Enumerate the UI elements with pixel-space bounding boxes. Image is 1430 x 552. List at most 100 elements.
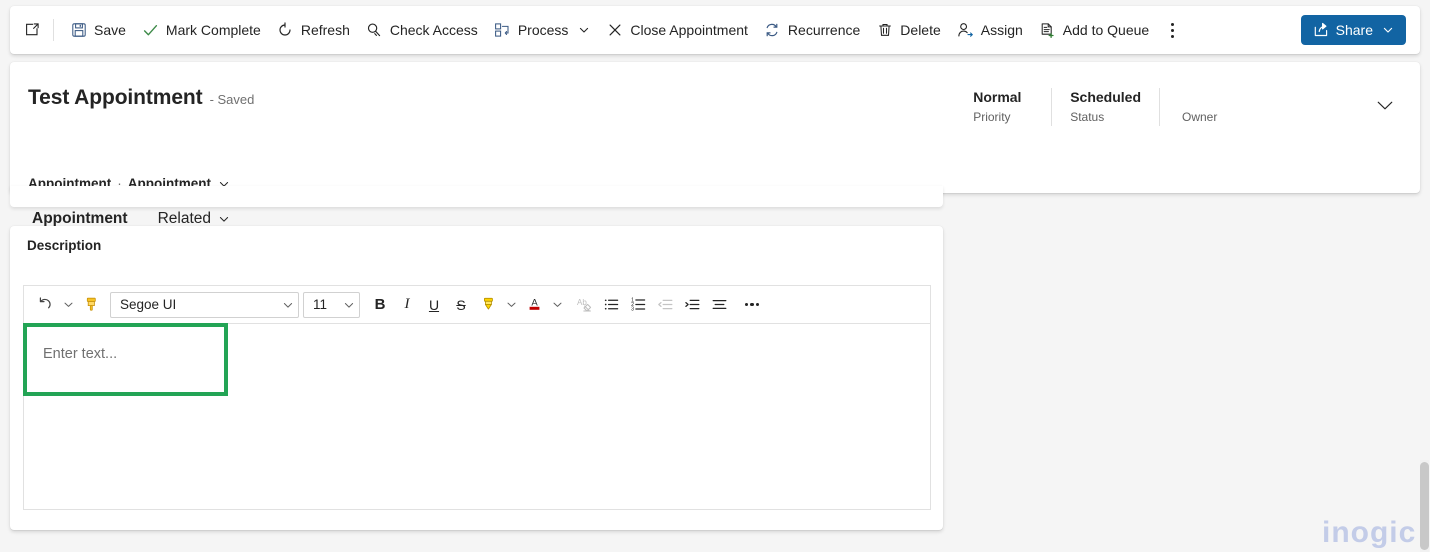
chevron-down-icon bbox=[63, 299, 74, 310]
font-color-icon: A bbox=[526, 296, 543, 313]
refresh-button[interactable]: Refresh bbox=[269, 13, 358, 47]
align-button[interactable] bbox=[706, 292, 732, 318]
svg-text:A: A bbox=[531, 297, 538, 308]
clear-formatting-button[interactable]: Ab bbox=[571, 292, 597, 318]
more-commands-button[interactable] bbox=[1157, 14, 1187, 46]
process-label: Process bbox=[517, 22, 569, 38]
font-family-value: Segoe UI bbox=[120, 297, 177, 312]
header-expand-button[interactable] bbox=[1368, 88, 1402, 122]
chevron-down-icon bbox=[1374, 94, 1396, 116]
owner-label: Owner bbox=[1182, 110, 1218, 124]
recurrence-button[interactable]: Recurrence bbox=[756, 13, 868, 47]
check-access-label: Check Access bbox=[389, 22, 478, 38]
font-color-button[interactable]: A bbox=[521, 292, 547, 318]
header-meta-fields: Normal Priority Scheduled Status Owner bbox=[955, 88, 1402, 134]
recurrence-icon bbox=[764, 22, 781, 39]
format-painter-button[interactable] bbox=[78, 292, 104, 318]
priority-label: Priority bbox=[973, 110, 1011, 124]
process-button[interactable]: Process bbox=[486, 13, 599, 47]
description-text-area[interactable]: Enter text... bbox=[23, 323, 931, 510]
highlight-button[interactable] bbox=[475, 292, 501, 318]
toolbar-divider bbox=[53, 19, 54, 41]
watermark-text: inogic bbox=[1322, 516, 1417, 549]
status-value: Scheduled bbox=[1070, 89, 1141, 105]
priority-field[interactable]: Normal Priority bbox=[955, 88, 1051, 126]
font-color-chevron[interactable] bbox=[548, 293, 566, 317]
status-label: Status bbox=[1070, 110, 1105, 124]
highlighter-icon bbox=[480, 296, 497, 313]
owner-field[interactable]: Owner bbox=[1159, 88, 1350, 126]
record-title-row: Test Appointment - Saved bbox=[28, 86, 254, 110]
share-button-label: Share bbox=[1335, 22, 1373, 38]
checkmark-icon bbox=[142, 22, 159, 39]
italic-button[interactable]: I bbox=[394, 292, 420, 318]
font-family-select[interactable]: Segoe UI bbox=[110, 291, 299, 318]
mark-complete-button[interactable]: Mark Complete bbox=[134, 13, 269, 47]
font-size-value: 11 bbox=[313, 297, 328, 312]
share-button[interactable]: Share bbox=[1300, 15, 1406, 45]
status-field[interactable]: Scheduled Status bbox=[1051, 88, 1159, 126]
close-appointment-button[interactable]: Close Appointment bbox=[598, 13, 756, 47]
underline-icon: U bbox=[428, 296, 440, 313]
bulleted-list-button[interactable] bbox=[598, 292, 624, 318]
chevron-down-icon bbox=[282, 299, 294, 311]
partial-section-card bbox=[10, 186, 943, 207]
chevron-down-icon bbox=[343, 299, 355, 311]
bulleted-list-icon bbox=[603, 296, 620, 313]
increase-indent-button[interactable] bbox=[679, 292, 705, 318]
save-state-text: - Saved bbox=[209, 92, 255, 107]
undo-icon bbox=[37, 296, 54, 313]
more-options-button[interactable] bbox=[739, 292, 765, 318]
underline-button[interactable]: U bbox=[421, 292, 447, 318]
assign-label: Assign bbox=[980, 22, 1023, 38]
assign-button[interactable]: Assign bbox=[949, 13, 1031, 47]
open-in-new-window-button[interactable] bbox=[16, 13, 47, 47]
mark-complete-label: Mark Complete bbox=[165, 22, 261, 38]
rich-text-editor: Segoe UI 11 B I U S A Ab 1 2 3 Enter tex… bbox=[23, 285, 931, 510]
svg-text:3: 3 bbox=[631, 307, 634, 313]
decrease-indent-button[interactable] bbox=[652, 292, 678, 318]
watermark: inogic bbox=[1322, 516, 1426, 550]
save-button-label: Save bbox=[94, 22, 126, 38]
description-placeholder: Enter text... bbox=[43, 346, 118, 362]
chevron-down-icon bbox=[1381, 24, 1394, 37]
format-painter-icon bbox=[83, 296, 100, 313]
save-icon bbox=[70, 22, 87, 39]
refresh-icon bbox=[277, 22, 294, 39]
assign-person-icon bbox=[957, 22, 974, 39]
command-bar: Save Mark Complete Refresh Check Access bbox=[10, 6, 1420, 54]
italic-icon: I bbox=[404, 296, 410, 312]
check-access-button[interactable]: Check Access bbox=[358, 13, 486, 47]
kebab-menu-icon bbox=[1170, 21, 1174, 39]
add-to-queue-label: Add to Queue bbox=[1062, 22, 1150, 38]
add-to-queue-button[interactable]: Add to Queue bbox=[1031, 13, 1157, 47]
bold-button[interactable]: B bbox=[367, 292, 393, 318]
description-section-card: Description Segoe UI 11 B I U S A Ab 1 2… bbox=[10, 226, 943, 530]
description-field-label: Description bbox=[27, 238, 102, 253]
delete-button[interactable]: Delete bbox=[868, 13, 948, 47]
align-icon bbox=[711, 296, 728, 313]
share-icon bbox=[1313, 22, 1330, 39]
numbered-list-button[interactable]: 1 2 3 bbox=[625, 292, 651, 318]
chevron-down-icon bbox=[218, 213, 230, 225]
undo-button[interactable] bbox=[32, 292, 58, 318]
more-options-icon bbox=[744, 302, 760, 307]
recurrence-label: Recurrence bbox=[787, 22, 861, 38]
strikethrough-icon: S bbox=[456, 296, 466, 313]
close-appointment-label: Close Appointment bbox=[630, 22, 748, 38]
undo-options-chevron[interactable] bbox=[59, 293, 77, 317]
add-to-queue-icon bbox=[1039, 22, 1056, 39]
save-button[interactable]: Save bbox=[62, 13, 134, 47]
strikethrough-button[interactable]: S bbox=[448, 292, 474, 318]
chevron-down-icon bbox=[506, 299, 517, 310]
popout-icon bbox=[23, 22, 40, 39]
chevron-down-icon bbox=[577, 24, 590, 37]
font-size-select[interactable]: 11 bbox=[303, 291, 360, 318]
numbered-list-icon: 1 2 3 bbox=[630, 296, 647, 313]
refresh-label: Refresh bbox=[300, 22, 350, 38]
clear-formatting-icon: Ab bbox=[575, 296, 593, 314]
decrease-indent-icon bbox=[657, 296, 674, 313]
priority-value: Normal bbox=[973, 89, 1022, 105]
increase-indent-icon bbox=[684, 296, 701, 313]
highlight-color-chevron[interactable] bbox=[502, 293, 520, 317]
